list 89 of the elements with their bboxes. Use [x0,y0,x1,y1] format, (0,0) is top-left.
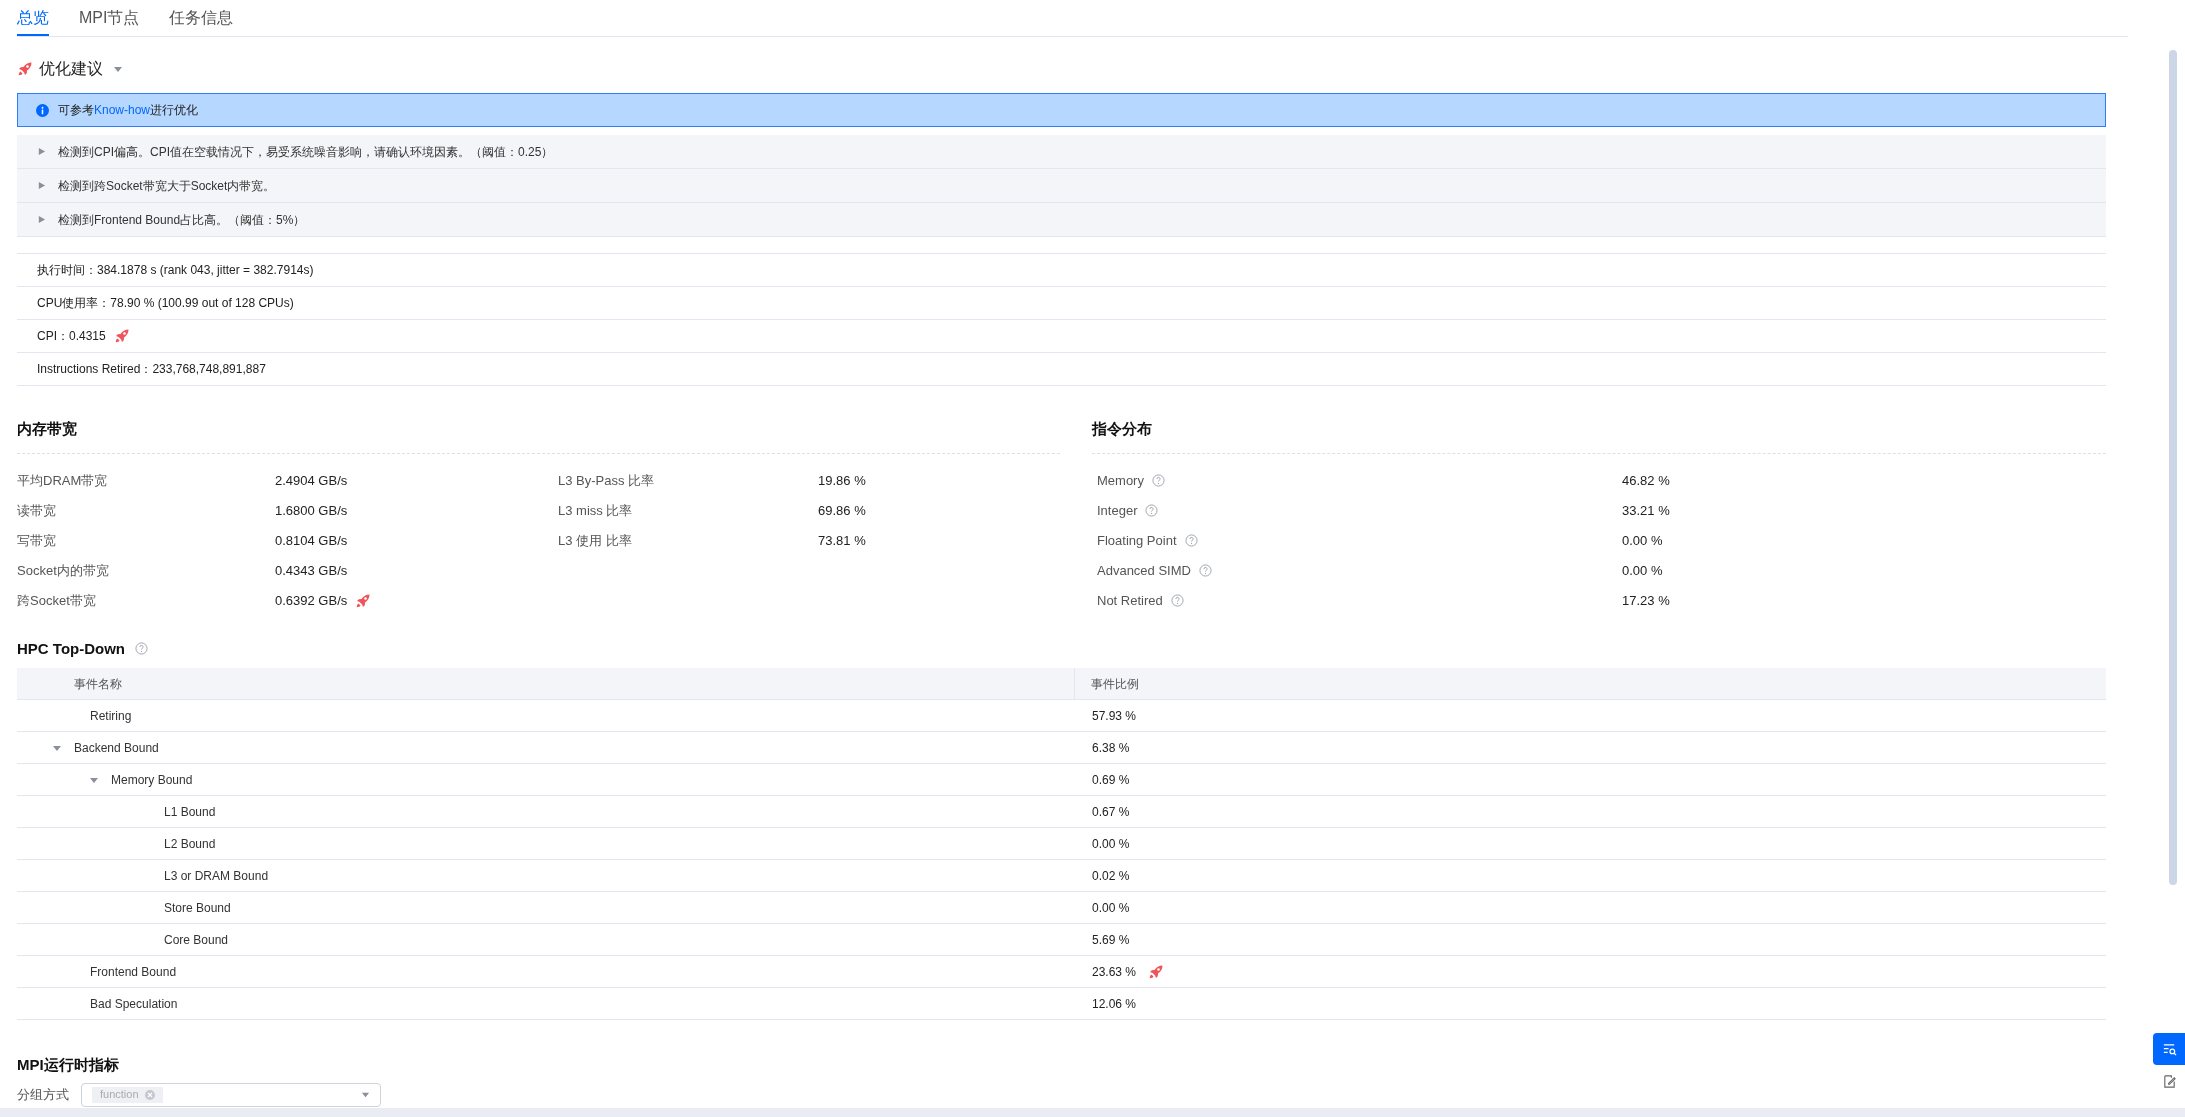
expand-icon[interactable] [37,181,46,190]
metric-value: 2.4904 GB/s [275,471,348,490]
event-name: Store Bound [164,899,231,917]
help-icon[interactable] [1198,564,1212,577]
metric-value: 33.21 % [1622,501,1670,520]
metric-value: 17.23 % [1622,591,1670,610]
event-name: Core Bound [164,931,229,949]
metric-value: 19.86 % [818,471,866,490]
expand-icon[interactable] [37,215,46,224]
metric-value: 0.8104 GB/s [275,531,348,550]
metric-text: CPU使用率：78.90 % (100.99 out of 128 CPUs) [37,295,294,312]
metric-label: Integer [1097,501,1138,520]
metric-text: CPI：0.4315 [37,328,106,345]
metric-value: 0.00 % [1622,531,1663,550]
event-name: Retiring [90,707,132,725]
event-ratio: 23.63 % [1092,963,1137,981]
section-title: MPI运行时指标 [17,1055,120,1075]
column-header: 事件名称 [17,668,1075,699]
metric-text: 执行时间：384.1878 s (rank 043, jitter = 382.7914s) [37,262,314,279]
suggestion-text: 检测到Frontend Bound占比高。（阈值：5%） [58,211,306,229]
caret-icon [361,1090,370,1099]
close-icon[interactable] [144,1089,155,1100]
metric-value: 73.81 % [818,531,866,550]
metric-value: 46.82 % [1622,471,1670,490]
metric-text: Instructions Retired：233,768,748,891,887 [37,361,266,378]
event-name: L3 or DRAM Bound [164,867,269,885]
metric-value: 0.6392 GB/s [275,591,348,610]
tab[interactable]: 任务信息 [169,6,234,36]
metric-label: Floating Point [1097,531,1177,550]
metric-label: L3 By-Pass 比率 [558,471,656,490]
scrollbar-thumb[interactable] [2168,50,2177,885]
metric-label: L3 使用 比率 [558,531,633,550]
event-ratio: 0.67 % [1092,803,1130,821]
rocket-icon [1148,963,1165,980]
event-ratio: 5.69 % [1092,931,1130,949]
help-icon[interactable] [1184,534,1198,547]
help-icon[interactable] [1145,504,1159,517]
search-list-button[interactable] [2153,1033,2185,1065]
tab[interactable]: MPI节点 [79,6,140,36]
metric-value: 0.4343 GB/s [275,561,348,580]
help-icon[interactable] [1170,594,1184,607]
metric-label: Advanced SIMD [1097,561,1191,580]
event-ratio: 12.06 % [1092,995,1137,1013]
section-title: 指令分布 [1092,418,2106,454]
metric-label: 写带宽 [17,531,57,550]
event-ratio: 0.69 % [1092,771,1130,789]
metric-label: Not Retired [1097,591,1163,610]
suggestion-row[interactable]: 检测到CPI偏高。CPI值在空载情况下，易受系统噪音影响，请确认环境因素。（阈值：0.25） [17,135,2106,169]
help-icon[interactable] [1151,474,1165,487]
metric-label: 平均DRAM带宽 [17,471,109,490]
event-name: L2 Bound [164,835,216,853]
suggestion-row[interactable]: 检测到Frontend Bound占比高。（阈值：5%） [17,203,2106,237]
rocket-icon [17,61,33,77]
metric-value: 69.86 % [818,501,866,520]
metric-label: L3 miss 比率 [558,501,634,520]
column-header: 事件比例 [1090,675,1139,693]
event-ratio: 0.00 % [1092,899,1130,917]
metric-label: 读带宽 [17,501,57,520]
info-icon [36,103,49,117]
metric-value: 1.6800 GB/s [275,501,348,520]
expand-icon[interactable] [37,147,46,156]
event-ratio: 0.00 % [1092,835,1130,853]
metric-value: 0.00 % [1622,561,1663,580]
help-icon[interactable] [135,642,149,656]
section-title: 内存带宽 [17,418,1060,454]
suggestion-row[interactable]: 检测到跨Socket带宽大于Socket内带宽。 [17,169,2106,203]
metric-label: Memory [1097,471,1144,490]
rocket-icon [355,592,372,609]
event-ratio: 57.93 % [1092,707,1137,725]
event-ratio: 6.38 % [1092,739,1130,757]
caret-icon[interactable] [113,64,123,74]
event-ratio: 0.02 % [1092,867,1130,885]
event-name: Memory Bound [111,771,193,789]
tab[interactable]: 总览 [17,6,49,36]
event-name: Backend Bound [74,739,159,757]
field-label: 分组方式 [17,1085,69,1104]
section-title: HPC Top-Down [17,638,126,659]
rocket-icon [113,328,130,344]
section-title: 优化建议 [39,59,103,79]
event-name: Frontend Bound [90,963,177,981]
metric-label: 跨Socket带宽 [17,591,97,610]
alert-text: 可参考Know-how进行优化 [58,102,199,119]
suggestion-text: 检测到CPI偏高。CPI值在空载情况下，易受系统噪音影响，请确认环境因素。（阈值：0.25） [58,143,554,161]
suggestion-text: 检测到跨Socket带宽大于Socket内带宽。 [58,177,276,195]
edit-note-icon [2161,1073,2177,1089]
event-name: L1 Bound [164,803,216,821]
metric-label: Socket内的带宽 [17,561,110,580]
list-search-icon [2161,1041,2177,1057]
event-name: Bad Speculation [90,995,178,1013]
